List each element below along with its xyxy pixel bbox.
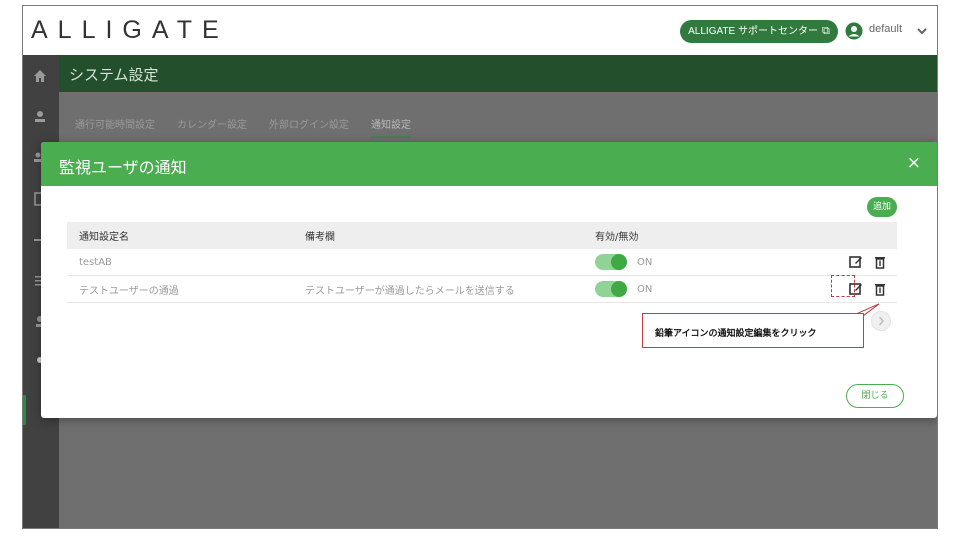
tab-external-login[interactable]: 外部ログイン設定 <box>269 110 349 140</box>
notification-name: testAB <box>79 256 112 268</box>
enabled-toggle[interactable] <box>595 281 627 297</box>
notification-modal: 監視ユーザの通知 × 追加 通知設定名 備考欄 有効/無効 testAB ON <box>41 142 937 418</box>
trash-icon[interactable] <box>873 255 887 269</box>
annotation-highlight <box>831 275 855 297</box>
notification-name: テストユーザーの通過 <box>79 285 179 297</box>
chevron-down-icon[interactable] <box>916 25 928 37</box>
table-header: 通知設定名 備考欄 有効/無効 <box>67 222 897 249</box>
add-button[interactable]: 追加 <box>867 197 897 217</box>
status-label: ON <box>637 283 653 295</box>
close-button[interactable]: 閉じる <box>846 384 904 408</box>
notification-note: テストユーザーが通過したらメールを送信する <box>305 285 515 297</box>
user-avatar-icon[interactable] <box>845 22 863 40</box>
tab-calendar[interactable]: カレンダー設定 <box>177 110 247 140</box>
page-header: システム設定 <box>59 55 937 92</box>
tab-notification[interactable]: 通知設定 <box>371 110 411 138</box>
close-icon[interactable]: × <box>907 153 921 173</box>
annotation-callout: 鉛筆アイコンの通知設定編集をクリック <box>642 313 864 348</box>
notification-table: 通知設定名 備考欄 有効/無効 testAB ON テストユーザーの通過 テスト… <box>67 222 897 303</box>
tab-access-time[interactable]: 通行可能時間設定 <box>75 110 155 140</box>
settings-tabs: 通行可能時間設定 カレンダー設定 外部ログイン設定 通知設定 <box>75 110 433 140</box>
row-actions <box>815 282 897 296</box>
sidebar-active-indicator <box>23 395 26 425</box>
user-name[interactable]: default <box>869 23 902 35</box>
trash-icon[interactable] <box>873 282 887 296</box>
page-title: システム設定 <box>69 66 159 84</box>
column-header-status: 有効/無効 <box>595 232 639 243</box>
modal-header: 監視ユーザの通知 × <box>41 142 937 186</box>
column-header-note: 備考欄 <box>305 232 335 243</box>
column-header-name: 通知設定名 <box>79 232 129 243</box>
status-cell: ON <box>595 254 815 270</box>
modal-title: 監視ユーザの通知 <box>59 158 187 177</box>
toggle-knob <box>611 281 627 297</box>
external-link-icon: ⧉ <box>821 25 830 37</box>
table-row: テストユーザーの通過 テストユーザーが通過したらメールを送信する ON <box>67 276 897 303</box>
pagination-next-button[interactable] <box>871 311 891 331</box>
support-center-label: ALLIGATE サポートセンター <box>688 26 818 37</box>
enabled-toggle[interactable] <box>595 254 627 270</box>
toggle-knob <box>611 254 627 270</box>
user-icon[interactable] <box>33 110 47 124</box>
row-actions <box>815 255 897 269</box>
top-bar: ALLIGATE ALLIGATE サポートセンター ⧉ default <box>23 6 937 55</box>
chevron-right-icon <box>878 316 884 326</box>
table-row: testAB ON <box>67 249 897 276</box>
pencil-edit-icon[interactable] <box>849 255 863 269</box>
app-logo: ALLIGATE <box>31 16 229 44</box>
support-center-button[interactable]: ALLIGATE サポートセンター ⧉ <box>680 20 838 43</box>
home-icon[interactable] <box>33 69 47 83</box>
app-window: ALLIGATE ALLIGATE サポートセンター ⧉ default システム… <box>22 5 938 529</box>
status-label: ON <box>637 256 653 268</box>
status-cell: ON <box>595 281 815 297</box>
